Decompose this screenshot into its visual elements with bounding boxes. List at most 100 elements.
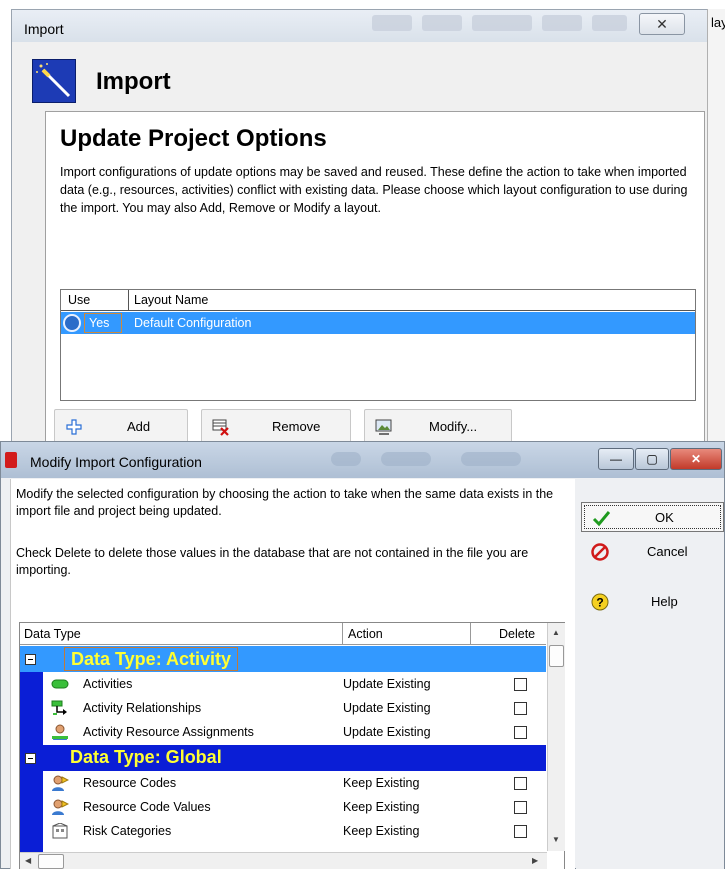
resource-code-icon (52, 775, 69, 791)
svg-text:?: ? (596, 596, 603, 610)
add-button[interactable]: Add (54, 409, 188, 443)
delete-checkbox[interactable] (514, 825, 527, 838)
modify-description: Modify the selected configuration by cho… (16, 487, 554, 518)
column-header-delete[interactable]: Delete (499, 627, 535, 641)
delete-checkbox[interactable] (514, 777, 527, 790)
relationship-icon (51, 700, 67, 715)
magic-wand-icon (32, 59, 76, 103)
minimize-icon: — (610, 452, 622, 466)
minimize-button[interactable]: — (598, 448, 634, 470)
scroll-thumb[interactable] (38, 854, 64, 869)
titlebar-blur (592, 15, 627, 31)
maximize-button[interactable]: ▢ (635, 448, 669, 470)
delete-checkbox[interactable] (514, 678, 527, 691)
delete-checkbox[interactable] (514, 726, 527, 739)
app-icon (5, 452, 17, 468)
plus-icon (66, 419, 82, 435)
help-button[interactable]: ? Help (581, 587, 724, 617)
table-row[interactable]: Activity Relationships Update Existing (43, 696, 546, 720)
column-divider[interactable] (128, 290, 129, 311)
screen: Import ✕ Import Update Project Options I… (0, 0, 725, 869)
modify-button[interactable]: Modify... (364, 409, 512, 443)
layout-table: Use Layout Name Yes Default Configuratio… (60, 289, 696, 401)
data-type-grid: Data Type Action Delete Data Type: Activ… (19, 622, 565, 869)
scroll-down-arrow-icon[interactable]: ▼ (552, 835, 560, 844)
table-row[interactable]: Resource Codes Keep Existing (43, 771, 546, 795)
close-button[interactable]: ✕ (670, 448, 722, 470)
modify-picture-icon (375, 419, 392, 435)
scroll-left-arrow-icon[interactable]: ◀ (25, 856, 31, 865)
row-action[interactable]: Update Existing (343, 677, 431, 691)
table-row[interactable]: Activities Update Existing (43, 672, 546, 696)
column-header-action[interactable]: Action (348, 627, 383, 641)
scroll-thumb[interactable] (549, 645, 564, 667)
titlebar-blur (372, 15, 412, 31)
table-row[interactable]: Risk Categories Keep Existing (43, 819, 546, 851)
titlebar-blur (472, 15, 532, 31)
cancel-button[interactable]: Cancel (581, 537, 724, 567)
dialog-button-panel: OK Cancel ? Help (576, 479, 724, 869)
group-row-global[interactable]: Data Type: Global (20, 745, 546, 771)
risk-category-icon (52, 823, 68, 839)
remove-button[interactable]: Remove (201, 409, 351, 443)
row-action[interactable]: Keep Existing (343, 800, 419, 814)
add-button-label: Add (127, 419, 151, 434)
ok-button[interactable]: OK (581, 502, 724, 532)
modify-button-label: Modify... (429, 419, 478, 434)
group-label: Data Type: Activity (64, 647, 239, 671)
remove-table-icon (212, 419, 229, 436)
row-action[interactable]: Keep Existing (343, 776, 419, 790)
close-icon: ✕ (690, 452, 702, 466)
group-label: Data Type: Global (70, 747, 222, 767)
delete-checkbox[interactable] (514, 801, 527, 814)
row-data-type: Resource Codes (83, 776, 177, 790)
import-window: Import ✕ Import Update Project Options I… (11, 9, 716, 451)
group-row-activity[interactable]: Data Type: Activity (20, 646, 546, 672)
cancel-button-label: Cancel (647, 544, 688, 559)
layout-name-cell: Default Configuration (134, 316, 252, 330)
row-action[interactable]: Keep Existing (343, 824, 419, 838)
table-row[interactable]: Yes Default Configuration (61, 312, 695, 334)
row-action[interactable]: Update Existing (343, 701, 431, 715)
table-row[interactable]: Activity Resource Assignments Update Exi… (43, 720, 546, 744)
row-action[interactable]: Update Existing (343, 725, 431, 739)
row-data-type: Activities (83, 677, 133, 691)
row-data-type: Resource Code Values (83, 800, 211, 814)
panel-title: Update Project Options (60, 125, 327, 152)
help-button-label: Help (651, 594, 678, 609)
layout-table-header: Use Layout Name (61, 290, 695, 311)
column-divider[interactable] (342, 623, 343, 645)
background-window-edge: lay (707, 9, 725, 449)
grid-header: Data Type Action Delete (20, 623, 546, 645)
modify-titlebar: Modify Import Configuration — ▢ ✕ (1, 442, 724, 478)
horizontal-scrollbar[interactable]: ◀ ▶ (20, 852, 547, 869)
panel-description: Import configurations of update options … (60, 165, 688, 215)
remove-button-label: Remove (272, 419, 321, 434)
column-header-data-type[interactable]: Data Type (24, 627, 81, 641)
column-header-use[interactable]: Use (68, 293, 90, 307)
table-row[interactable]: Resource Code Values Keep Existing (43, 795, 546, 819)
import-window-title: Import (24, 21, 64, 37)
use-cell[interactable]: Yes (84, 313, 122, 333)
column-header-layout-name[interactable]: Layout Name (134, 293, 208, 307)
column-divider[interactable] (470, 623, 471, 645)
close-icon: ✕ (656, 16, 668, 32)
row-data-type: Activity Relationships (83, 701, 202, 715)
activity-bar-icon (51, 679, 69, 689)
modify-dialog-title: Modify Import Configuration (30, 454, 202, 470)
collapse-icon[interactable] (25, 654, 36, 665)
magnifier-icon (63, 314, 81, 332)
group-indent-bar (20, 771, 43, 852)
delete-checkbox[interactable] (514, 702, 527, 715)
collapse-icon[interactable] (25, 753, 36, 764)
import-titlebar: Import ✕ (12, 10, 715, 42)
cancel-icon (591, 543, 609, 561)
titlebar-blur (381, 452, 431, 466)
import-close-button[interactable]: ✕ (639, 13, 685, 35)
vertical-scrollbar[interactable]: ▲ ▼ (547, 623, 565, 851)
scroll-up-arrow-icon[interactable]: ▲ (552, 628, 560, 637)
scroll-right-arrow-icon[interactable]: ▶ (532, 856, 538, 865)
help-icon: ? (591, 593, 609, 611)
titlebar-blur (422, 15, 462, 31)
resource-code-icon (52, 799, 69, 815)
